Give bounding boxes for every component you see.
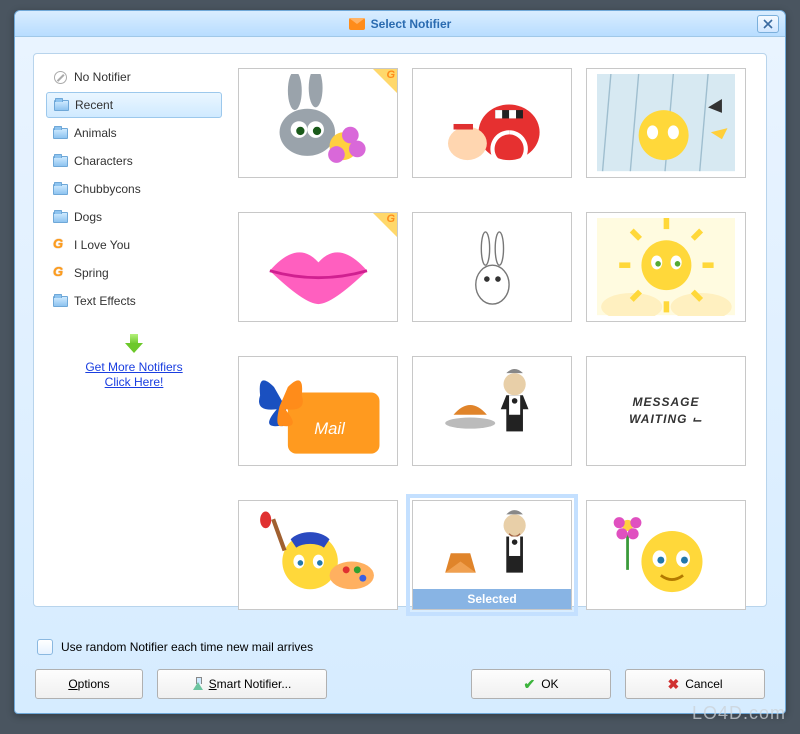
get-more-line1: Get More Notifiers xyxy=(85,360,182,374)
cancel-button[interactable]: ✖ Cancel xyxy=(625,669,765,699)
notifier-thumb-waiter-envelope[interactable]: Selected xyxy=(412,500,572,610)
notifier-thumb-painter-smiley[interactable] xyxy=(238,500,398,610)
notifier-thumb-waiter-tray[interactable] xyxy=(412,356,572,466)
button-row: Options Smart Notifier... ✔ OK ✖ Cancel xyxy=(35,669,765,699)
sidebar-item-recent[interactable]: Recent xyxy=(46,92,222,118)
sidebar-item-label: Chubbycons xyxy=(74,182,141,196)
check-icon: ✔ xyxy=(523,676,535,693)
titlebar: Select Notifier xyxy=(15,11,785,37)
notifier-thumb-message-waiting[interactable]: MESSAGE WAITING ⌙ xyxy=(586,356,746,466)
random-checkbox[interactable] xyxy=(37,639,53,655)
notifier-grid: Mail MESSAGE WAITING ⌙ Selected xyxy=(232,54,766,606)
g-icon: G xyxy=(52,238,68,252)
flask-icon xyxy=(193,677,203,691)
sidebar-item-characters[interactable]: Characters xyxy=(46,148,222,174)
options-button[interactable]: Options xyxy=(35,669,143,699)
x-icon: ✖ xyxy=(667,676,679,693)
selected-label: Selected xyxy=(413,589,571,609)
folder-icon xyxy=(52,294,68,308)
notifier-thumb-bunny-flower[interactable] xyxy=(238,68,398,178)
msg-text-line2: WAITING ⌙ xyxy=(629,411,703,428)
get-more-section: Get More Notifiers Click Here! xyxy=(46,334,222,390)
close-button[interactable] xyxy=(757,15,779,33)
sidebar-item-spring[interactable]: G Spring xyxy=(46,260,222,286)
folder-icon xyxy=(52,182,68,196)
folder-icon xyxy=(52,154,68,168)
notifier-thumb-small-bunny[interactable] xyxy=(412,212,572,322)
download-arrow-icon xyxy=(125,334,143,356)
folder-icon xyxy=(52,210,68,224)
none-icon xyxy=(52,70,68,84)
dialog-window: Select Notifier No Notifier Recent Anima… xyxy=(14,10,786,714)
sidebar-item-no-notifier[interactable]: No Notifier xyxy=(46,64,222,90)
cancel-label: Cancel xyxy=(685,677,722,691)
notifier-thumb-racing-snail[interactable] xyxy=(412,68,572,178)
smart-notifier-button[interactable]: Smart Notifier... xyxy=(157,669,327,699)
notifier-thumb-sun-smiley[interactable] xyxy=(586,212,746,322)
sidebar-item-label: Animals xyxy=(74,126,117,140)
g-icon: G xyxy=(52,266,68,280)
folder-icon xyxy=(53,98,69,112)
notifier-thumb-butterfly-mail[interactable]: Mail xyxy=(238,356,398,466)
footer: Use random Notifier each time new mail a… xyxy=(35,639,765,699)
category-sidebar: No Notifier Recent Animals Characters Ch… xyxy=(34,54,232,606)
notifier-thumb-rain-smiley[interactable] xyxy=(586,68,746,178)
random-checkbox-row: Use random Notifier each time new mail a… xyxy=(35,639,765,655)
content-panel: No Notifier Recent Animals Characters Ch… xyxy=(33,53,767,607)
msg-text-line1: MESSAGE xyxy=(632,394,699,411)
sidebar-item-animals[interactable]: Animals xyxy=(46,120,222,146)
sidebar-item-label: I Love You xyxy=(74,238,130,252)
ok-button[interactable]: ✔ OK xyxy=(471,669,611,699)
close-icon xyxy=(763,19,773,29)
watermark: LO4D.com xyxy=(692,703,786,724)
options-label: Options xyxy=(68,677,109,691)
sidebar-item-label: Characters xyxy=(74,154,133,168)
window-title: Select Notifier xyxy=(371,17,452,31)
sidebar-item-label: Spring xyxy=(74,266,109,280)
notifier-thumb-flower-smiley[interactable] xyxy=(586,500,746,610)
smart-label: Smart Notifier... xyxy=(209,677,292,691)
sidebar-item-chubbycons[interactable]: Chubbycons xyxy=(46,176,222,202)
sidebar-item-i-love-you[interactable]: G I Love You xyxy=(46,232,222,258)
sidebar-item-label: No Notifier xyxy=(74,70,131,84)
get-more-link[interactable]: Get More Notifiers Click Here! xyxy=(46,360,222,390)
folder-icon xyxy=(52,126,68,140)
sidebar-item-label: Text Effects xyxy=(74,294,136,308)
sidebar-item-text-effects[interactable]: Text Effects xyxy=(46,288,222,314)
ok-label: OK xyxy=(541,677,558,691)
random-checkbox-label: Use random Notifier each time new mail a… xyxy=(61,640,313,654)
sidebar-item-dogs[interactable]: Dogs xyxy=(46,204,222,230)
mail-caption: Mail xyxy=(314,420,346,439)
sidebar-item-label: Recent xyxy=(75,98,113,112)
mail-icon xyxy=(349,18,365,30)
get-more-line2: Click Here! xyxy=(105,375,164,389)
notifier-thumb-pink-lips[interactable] xyxy=(238,212,398,322)
sidebar-item-label: Dogs xyxy=(74,210,102,224)
